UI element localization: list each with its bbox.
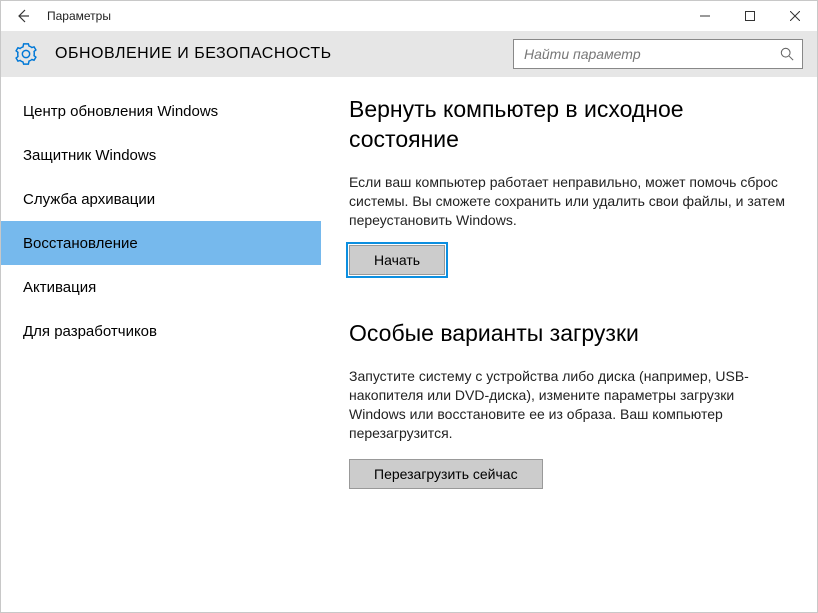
sidebar: Центр обновления Windows Защитник Window… bbox=[1, 77, 321, 612]
sidebar-item-label: Для разработчиков bbox=[23, 323, 157, 340]
sidebar-item-recovery[interactable]: Восстановление bbox=[1, 221, 321, 265]
maximize-button[interactable] bbox=[727, 1, 772, 31]
window-controls bbox=[682, 1, 817, 31]
header: ОБНОВЛЕНИЕ И БЕЗОПАСНОСТЬ bbox=[1, 31, 817, 77]
sidebar-item-backup[interactable]: Служба архивации bbox=[1, 177, 321, 221]
section-advanced-startup: Особые варианты загрузки Запустите систе… bbox=[349, 319, 793, 488]
search-icon bbox=[780, 47, 794, 61]
close-icon bbox=[790, 11, 800, 21]
back-button[interactable] bbox=[1, 1, 45, 31]
reset-start-button[interactable]: Начать bbox=[349, 245, 445, 275]
section-reset-title: Вернуть компьютер в исходное состояние bbox=[349, 95, 793, 155]
search-input[interactable] bbox=[522, 45, 780, 63]
arrow-left-icon bbox=[15, 8, 31, 24]
section-advanced-text: Запустите систему с устройства либо диск… bbox=[349, 367, 793, 443]
titlebar: Параметры bbox=[1, 1, 817, 31]
window-title: Параметры bbox=[47, 9, 682, 23]
restart-now-button[interactable]: Перезагрузить сейчас bbox=[349, 459, 543, 489]
minimize-icon bbox=[700, 11, 710, 21]
content: Вернуть компьютер в исходное состояние Е… bbox=[321, 77, 817, 612]
sidebar-item-label: Восстановление bbox=[23, 235, 138, 252]
sidebar-item-defender[interactable]: Защитник Windows bbox=[1, 133, 321, 177]
close-button[interactable] bbox=[772, 1, 817, 31]
section-advanced-title: Особые варианты загрузки bbox=[349, 319, 793, 349]
section-reset-text: Если ваш компьютер работает неправильно,… bbox=[349, 173, 793, 230]
sidebar-item-label: Центр обновления Windows bbox=[23, 103, 218, 120]
sidebar-item-label: Активация bbox=[23, 279, 96, 296]
minimize-button[interactable] bbox=[682, 1, 727, 31]
body: Центр обновления Windows Защитник Window… bbox=[1, 77, 817, 612]
sidebar-item-label: Защитник Windows bbox=[23, 147, 156, 164]
sidebar-item-activation[interactable]: Активация bbox=[1, 265, 321, 309]
search-box[interactable] bbox=[513, 39, 803, 69]
section-reset: Вернуть компьютер в исходное состояние Е… bbox=[349, 95, 793, 275]
maximize-icon bbox=[745, 11, 755, 21]
sidebar-item-windows-update[interactable]: Центр обновления Windows bbox=[1, 89, 321, 133]
page-title: ОБНОВЛЕНИЕ И БЕЗОПАСНОСТЬ bbox=[55, 45, 332, 63]
sidebar-item-developers[interactable]: Для разработчиков bbox=[1, 309, 321, 353]
sidebar-item-label: Служба архивации bbox=[23, 191, 155, 208]
gear-icon bbox=[15, 43, 37, 65]
